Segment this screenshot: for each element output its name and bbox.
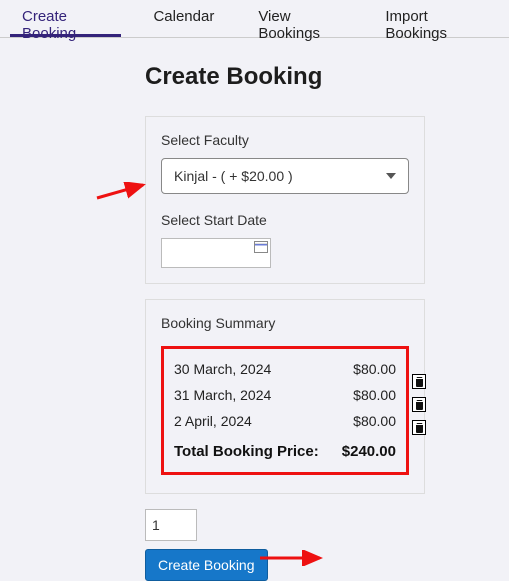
start-date-input[interactable] <box>161 238 271 268</box>
faculty-label: Select Faculty <box>161 132 409 148</box>
summary-row-date: 2 April, 2024 <box>174 413 252 429</box>
summary-row: 2 April, 2024 $80.00 <box>174 413 396 429</box>
summary-total-value: $240.00 <box>342 443 396 460</box>
summary-title: Booking Summary <box>161 315 409 331</box>
summary-row-price: $80.00 <box>353 387 396 403</box>
summary-total: Total Booking Price: $240.00 <box>174 443 396 460</box>
summary-row-price: $80.00 <box>353 413 396 429</box>
chevron-down-icon <box>386 173 396 179</box>
tab-calendar[interactable]: Calendar <box>141 0 226 37</box>
summary-panel: Booking Summary 30 March, 2024 $80.00 31… <box>145 299 425 494</box>
trash-icon <box>415 376 424 387</box>
summary-row: 30 March, 2024 $80.00 <box>174 361 396 377</box>
delete-row-button[interactable] <box>412 420 426 435</box>
summary-row: 31 March, 2024 $80.00 <box>174 387 396 403</box>
tab-import-bookings[interactable]: Import Bookings <box>373 0 489 37</box>
tab-view-bookings[interactable]: View Bookings <box>246 0 353 37</box>
page-title: Create Booking <box>145 63 425 91</box>
summary-total-label: Total Booking Price: <box>174 443 319 460</box>
start-date-label: Select Start Date <box>161 212 409 228</box>
faculty-select[interactable]: Kinjal - ( + $20.00 ) <box>161 158 409 194</box>
quantity-input[interactable] <box>145 509 197 541</box>
delete-row-button[interactable] <box>412 397 426 412</box>
trash-icon <box>415 422 424 433</box>
calendar-icon <box>254 241 268 253</box>
trash-icon <box>415 399 424 410</box>
summary-row-date: 30 March, 2024 <box>174 361 271 377</box>
delete-row-button[interactable] <box>412 374 426 389</box>
annotation-arrow <box>95 182 150 202</box>
summary-row-date: 31 March, 2024 <box>174 387 271 403</box>
delete-column <box>412 374 426 435</box>
create-booking-button[interactable]: Create Booking <box>145 549 268 581</box>
form-panel: Select Faculty Kinjal - ( + $20.00 ) Sel… <box>145 116 425 284</box>
tabs-bar: Create Booking Calendar View Bookings Im… <box>0 0 509 38</box>
tab-create-booking[interactable]: Create Booking <box>10 0 121 37</box>
summary-row-price: $80.00 <box>353 361 396 377</box>
summary-box: 30 March, 2024 $80.00 31 March, 2024 $80… <box>161 346 409 475</box>
faculty-select-value: Kinjal - ( + $20.00 ) <box>174 168 293 184</box>
